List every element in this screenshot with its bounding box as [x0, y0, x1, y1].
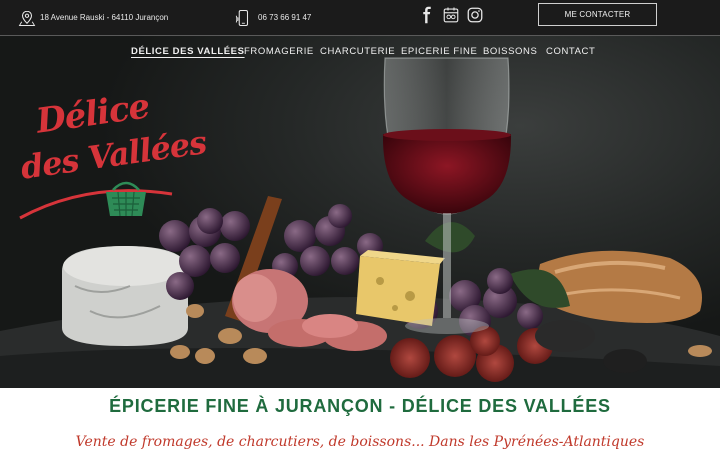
phone-info[interactable]: 06 73 66 91 47	[234, 0, 311, 35]
page-subtitle: Vente de fromages, de charcutiers, de bo…	[75, 434, 645, 450]
phone-text: 06 73 66 91 47	[258, 13, 312, 22]
nav-item-epicerie-fine[interactable]: EPICERIE FINE	[401, 46, 477, 57]
instagram-icon[interactable]	[466, 6, 484, 24]
contact-button[interactable]: ME CONTACTER	[538, 3, 657, 26]
nav-item-fromagerie[interactable]: FROMAGERIE	[244, 46, 314, 57]
address-info: 18 Avenue Rauski - 64110 Jurançon	[18, 0, 168, 35]
address-text: 18 Avenue Rauski - 64110 Jurançon	[40, 13, 169, 22]
basket-icon	[19, 181, 173, 220]
social-links	[418, 6, 484, 24]
nav-item-charcuterie[interactable]: CHARCUTERIE	[320, 46, 395, 57]
tripadvisor-icon[interactable]	[442, 6, 460, 24]
location-pin-icon	[18, 10, 36, 26]
page-title: ÉPICERIE FINE À JURANÇON - DÉLICE DES VA…	[109, 396, 611, 416]
main-nav: DÉLICE DES VALLÉES FROMAGERIE CHARCUTERI…	[0, 46, 720, 60]
brand-logo[interactable]: Délice des Vallées	[18, 86, 208, 227]
hero-banner: DÉLICE DES VALLÉES FROMAGERIE CHARCUTERI…	[0, 36, 720, 388]
phone-icon	[235, 9, 249, 26]
facebook-icon[interactable]	[418, 6, 436, 24]
top-bar: 18 Avenue Rauski - 64110 Jurançon 06 73 …	[0, 0, 720, 35]
nav-item-contact[interactable]: CONTACT	[546, 46, 595, 57]
nav-item-delice-des-vallees[interactable]: DÉLICE DES VALLÉES	[131, 46, 245, 57]
nav-item-boissons[interactable]: BOISSONS	[483, 46, 537, 57]
